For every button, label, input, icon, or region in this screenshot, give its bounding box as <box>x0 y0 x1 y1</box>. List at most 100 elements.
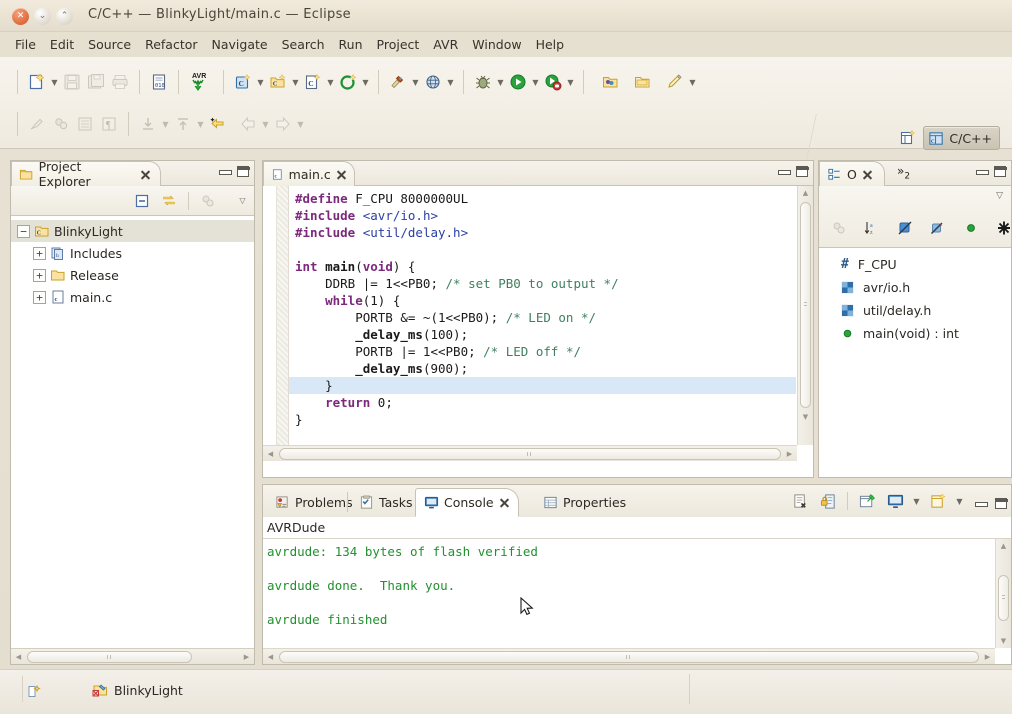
menu-run[interactable]: Run <box>332 34 370 55</box>
focus-icon[interactable] <box>196 189 220 213</box>
minimize-panel-button[interactable] <box>975 498 988 509</box>
run-play-icon[interactable] <box>506 70 530 94</box>
tree-item-blinkylight[interactable]: − C BlinkyLight <box>11 220 254 242</box>
c-source-icon[interactable]: C <box>301 70 325 94</box>
maximize-panel-button[interactable] <box>796 166 809 177</box>
menu-edit[interactable]: Edit <box>43 34 81 55</box>
chevron-down-icon[interactable]: ▼ <box>325 70 336 94</box>
lock-icon[interactable] <box>816 489 840 513</box>
menu-file[interactable]: File <box>8 34 43 55</box>
minimize-panel-button[interactable] <box>219 166 232 177</box>
marker-icon[interactable] <box>49 112 73 136</box>
menu-project[interactable]: Project <box>370 34 427 55</box>
scroll-up-arrow[interactable]: ▲ <box>996 539 1011 553</box>
brush-icon[interactable] <box>25 112 49 136</box>
hammer-icon[interactable] <box>386 70 410 94</box>
open-perspective-icon[interactable] <box>897 127 919 149</box>
outline-item-avr-io[interactable]: avr/io.h <box>819 276 1011 299</box>
menu-search[interactable]: Search <box>275 34 332 55</box>
chevron-down-icon[interactable]: ▼ <box>911 489 922 513</box>
tab-overflow-indicator[interactable]: »2 <box>897 164 910 181</box>
view-menu-icon[interactable]: ▽ <box>237 189 248 213</box>
scroll-left-arrow[interactable]: ◀ <box>263 653 278 661</box>
chevron-down-icon[interactable]: ▼ <box>495 70 506 94</box>
vscroll-thumb[interactable] <box>800 202 811 408</box>
chevron-down-icon[interactable]: ▼ <box>290 70 301 94</box>
new-file-icon[interactable] <box>25 70 49 94</box>
globe-icon[interactable] <box>421 70 445 94</box>
macro-icon[interactable] <box>992 216 1012 240</box>
view-menu-icon[interactable]: ▽ <box>996 191 1003 201</box>
editor-marker-ruler[interactable] <box>263 186 277 461</box>
last-edit-icon[interactable] <box>206 112 230 136</box>
close-window-button[interactable]: ✕ <box>12 8 29 25</box>
console-output-text[interactable]: avrdude: 134 bytes of flash verified avr… <box>267 543 993 646</box>
perspective-cpp-button[interactable]: C C/C++ <box>923 126 1000 150</box>
maximize-panel-button[interactable] <box>237 166 250 177</box>
menu-source[interactable]: Source <box>81 34 138 55</box>
chevron-down-icon[interactable]: ▼ <box>195 112 206 136</box>
chevron-down-icon[interactable]: ▼ <box>445 70 456 94</box>
menu-avr[interactable]: AVR <box>426 34 465 55</box>
print-icon[interactable] <box>108 70 132 94</box>
tab-properties[interactable]: Properties <box>535 488 634 517</box>
editor-folding-ruler[interactable] <box>277 186 289 461</box>
scroll-down-arrow[interactable]: ▼ <box>798 410 813 424</box>
close-icon[interactable] <box>862 169 873 180</box>
tree-item-release[interactable]: + Release <box>11 264 254 286</box>
chevron-down-icon[interactable]: ▼ <box>260 112 271 136</box>
scroll-up-arrow[interactable]: ▲ <box>798 186 813 200</box>
project-explorer-hscrollbar[interactable]: ◀ ▶ <box>11 648 254 664</box>
green-dot-icon[interactable] <box>959 216 983 240</box>
clear-console-icon[interactable] <box>788 489 812 513</box>
c-project-icon[interactable]: C <box>231 70 255 94</box>
console-hscrollbar[interactable]: ◀ ▶ <box>263 648 995 664</box>
editor-hscrollbar[interactable]: ◀ ▶ <box>263 445 797 461</box>
save-all-icon[interactable] <box>84 70 108 94</box>
open-folder-icon[interactable] <box>599 70 623 94</box>
outline-item-main[interactable]: main(void) : int <box>819 322 1011 345</box>
editor-vscrollbar[interactable]: ▲ ▼ <box>797 186 813 445</box>
menu-window[interactable]: Window <box>465 34 528 55</box>
bug-icon[interactable] <box>471 70 495 94</box>
scroll-down-arrow[interactable]: ▼ <box>996 634 1011 648</box>
twisty-toggle[interactable]: − <box>17 224 30 238</box>
tree-item-mainc[interactable]: + c main.c <box>11 286 254 308</box>
new-console-icon[interactable] <box>926 489 950 513</box>
scroll-right-arrow[interactable]: ▶ <box>239 653 254 661</box>
back-arrow-icon[interactable] <box>236 112 260 136</box>
tree-item-includes[interactable]: + h Includes <box>11 242 254 264</box>
close-icon[interactable] <box>499 497 510 508</box>
scroll-right-arrow[interactable]: ▶ <box>980 653 995 661</box>
twisty-toggle[interactable]: + <box>33 268 46 282</box>
hscroll-thumb[interactable] <box>27 650 192 663</box>
maximize-panel-button[interactable] <box>994 166 1007 177</box>
save-icon[interactable] <box>60 70 84 94</box>
scroll-left-arrow[interactable]: ◀ <box>11 653 26 661</box>
chevron-down-icon[interactable]: ▼ <box>687 70 698 94</box>
hscroll-thumb[interactable] <box>279 650 979 663</box>
console-vscrollbar[interactable]: ▲ ▼ <box>995 539 1011 648</box>
pin-icon[interactable] <box>855 489 879 513</box>
maximize-window-button[interactable]: ⌃ <box>56 8 73 25</box>
pencil-icon[interactable] <box>663 70 687 94</box>
pilcrow-icon[interactable]: ¶ <box>97 112 121 136</box>
display-console-icon[interactable] <box>883 489 907 513</box>
hex-file-icon[interactable]: 010 <box>147 70 171 94</box>
tab-project-explorer[interactable]: Project Explorer <box>11 159 161 189</box>
c-folder-icon[interactable]: C <box>266 70 290 94</box>
block-icon[interactable] <box>73 112 97 136</box>
forward-arrow-icon[interactable] <box>271 112 295 136</box>
sort-az-icon[interactable]: az <box>860 216 884 240</box>
minimize-panel-button[interactable] <box>976 166 989 177</box>
chevron-down-icon[interactable]: ▼ <box>160 112 171 136</box>
maximize-panel-button[interactable] <box>995 498 1008 509</box>
tab-console[interactable]: Console <box>415 488 519 517</box>
tab-main-c[interactable]: c main.c <box>263 161 355 186</box>
chevron-down-icon[interactable]: ▼ <box>49 70 60 94</box>
menu-help[interactable]: Help <box>529 34 572 55</box>
chevron-down-icon[interactable]: ▼ <box>255 70 266 94</box>
vscroll-thumb[interactable] <box>998 575 1009 621</box>
open-folder2-icon[interactable] <box>631 70 655 94</box>
scroll-right-arrow[interactable]: ▶ <box>782 450 797 458</box>
